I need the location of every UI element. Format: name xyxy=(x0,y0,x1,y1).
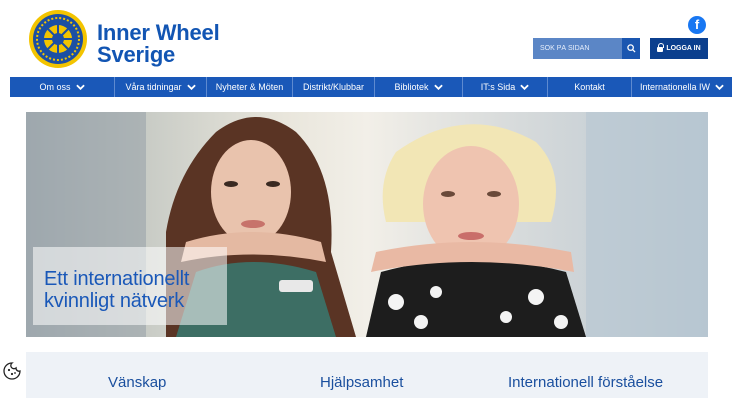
login-button[interactable]: LOGGA IN xyxy=(650,38,708,59)
login-label: LOGGA IN xyxy=(666,45,701,52)
facebook-icon[interactable]: f xyxy=(688,16,706,34)
chevron-down-icon xyxy=(75,84,85,90)
brand-line1: Inner Wheel xyxy=(97,20,220,45)
brand-line2: Sverige xyxy=(97,42,176,67)
hero-caption-line1: Ett internationellt xyxy=(44,268,190,290)
lock-icon xyxy=(657,43,665,52)
nav-label: IT:s Sida xyxy=(480,82,516,92)
nav-item-bibliotek[interactable]: Bibliotek xyxy=(375,77,463,97)
nav-label: Om oss xyxy=(39,82,71,92)
chevron-down-icon xyxy=(186,84,196,90)
nav-label: Nyheter & Möten xyxy=(215,82,284,92)
nav-item-om-oss[interactable]: Om oss xyxy=(10,77,115,97)
nav-label: Internationella IW xyxy=(639,82,711,92)
nav-label: Distrikt/Klubbar xyxy=(302,82,365,92)
chevron-down-icon xyxy=(433,84,443,90)
nav-label: Bibliotek xyxy=(394,82,429,92)
nav-item-nyheter-moten[interactable]: Nyheter & Möten xyxy=(207,77,293,97)
cookie-settings-icon[interactable] xyxy=(3,362,21,380)
inner-wheel-logo[interactable] xyxy=(26,9,90,69)
nav-item-distrikt-klubbar[interactable]: Distrikt/Klubbar xyxy=(293,77,375,97)
value-title-understanding: Internationell förståelse xyxy=(508,374,664,391)
hero-caption: Ett internationellt kvinnligt nätverk xyxy=(44,268,189,312)
nav-item-vara-tidningar[interactable]: Våra tidningar xyxy=(115,77,207,97)
nav-label: Våra tidningar xyxy=(125,82,182,92)
search-button[interactable] xyxy=(622,38,640,59)
search-icon xyxy=(626,44,636,53)
value-title-friendship: Vänskap xyxy=(108,374,167,391)
main-nav: Om oss Våra tidningar Nyheter & Möten Di… xyxy=(10,77,732,97)
value-title-helpfulness: Hjälpsamhet xyxy=(320,374,404,391)
hero-caption-line2: kvinnligt nätverk xyxy=(44,290,184,312)
chevron-down-icon xyxy=(715,84,724,90)
nav-item-its-sida[interactable]: IT:s Sida xyxy=(463,77,548,97)
nav-item-kontakt[interactable]: Kontakt xyxy=(548,77,632,97)
nav-label: Kontakt xyxy=(574,82,605,92)
brand-name[interactable]: Inner Wheel Sverige xyxy=(97,22,220,66)
nav-item-internationella-iw[interactable]: Internationella IW xyxy=(632,77,732,97)
search-input[interactable] xyxy=(533,38,622,59)
chevron-down-icon xyxy=(520,84,529,90)
